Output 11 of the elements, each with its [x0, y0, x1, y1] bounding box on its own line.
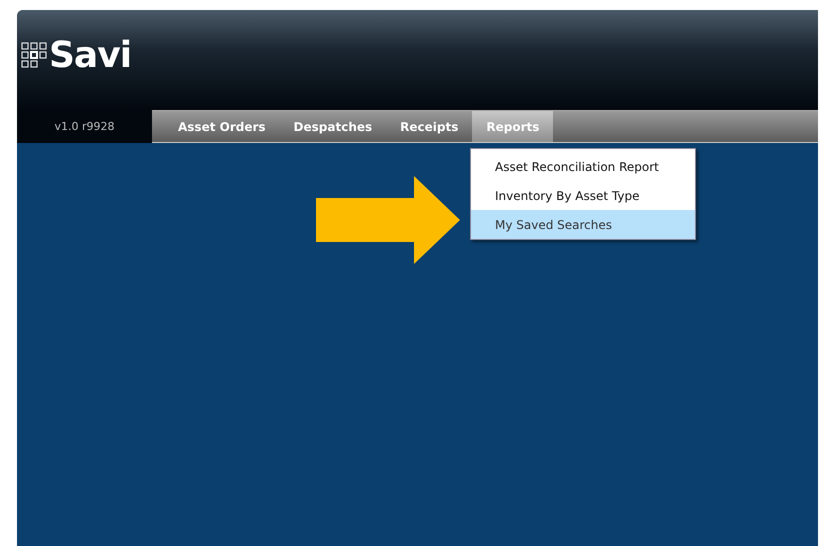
menu-item[interactable]: Inventory By Asset Type: [471, 181, 695, 210]
logo-text: Savi: [49, 34, 132, 76]
nav-tab[interactable]: Receipts: [386, 111, 472, 142]
logo-grid-icon: [21, 42, 47, 68]
nav-tab[interactable]: Reports: [472, 111, 554, 142]
arrow-icon: [316, 176, 460, 264]
nav-tab[interactable]: Asset Orders: [164, 111, 280, 142]
nav-tab[interactable]: Despatches: [280, 111, 386, 142]
menu-item[interactable]: Asset Reconciliation Report: [471, 152, 695, 181]
menu-item[interactable]: My Saved Searches: [471, 210, 695, 239]
version-label: v1.0 r9928: [53, 119, 116, 135]
